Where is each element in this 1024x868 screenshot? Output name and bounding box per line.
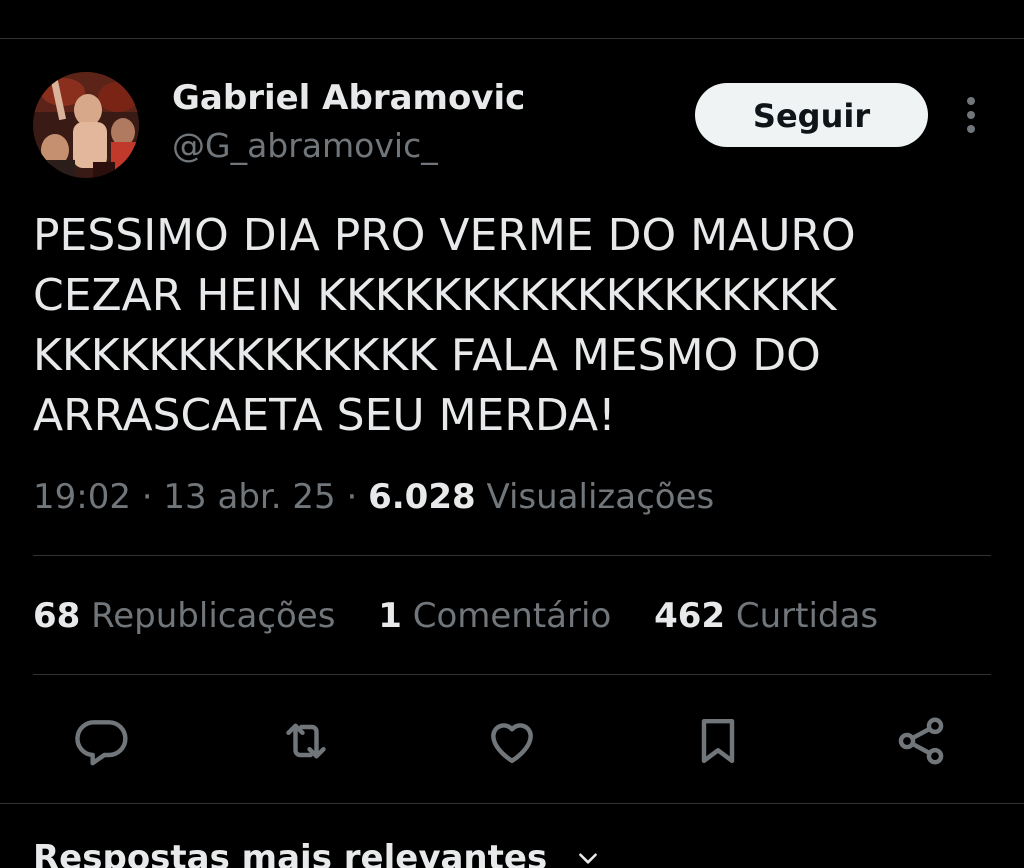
likes-count: 462 xyxy=(654,596,726,636)
likes-label: Curtidas xyxy=(735,596,879,636)
author-name[interactable]: Gabriel Abramovic xyxy=(172,78,525,118)
replies-sort-toggle[interactable]: Respostas mais relevantes xyxy=(33,838,601,868)
views-count: 6.028 xyxy=(368,477,476,517)
views-label: Visualizações xyxy=(486,477,715,517)
tweet-meta: 19:02 · 13 abr. 25 · 6.028 Visualizações xyxy=(33,477,714,517)
tweet-date[interactable]: 13 abr. 25 xyxy=(163,477,335,517)
avatar[interactable] xyxy=(33,72,139,178)
stats-divider-bottom xyxy=(33,674,991,675)
actions-divider xyxy=(0,803,1024,804)
reposts-stat[interactable]: 68 Republicações xyxy=(33,596,335,636)
share-icon[interactable] xyxy=(893,713,949,769)
more-vertical-icon[interactable] xyxy=(960,95,982,137)
follow-button[interactable]: Seguir xyxy=(695,83,928,147)
comments-count: 1 xyxy=(378,596,402,636)
tweet-text: PESSIMO DIA PRO VERME DO MAURO CEZAR HEI… xyxy=(33,210,856,441)
replies-heading-label: Respostas mais relevantes xyxy=(33,838,548,868)
meta-separator: · xyxy=(346,477,358,517)
retweet-icon[interactable] xyxy=(278,713,334,769)
reposts-label: Republicações xyxy=(91,596,336,636)
tweet-stats: 68 Republicações 1 Comentário 462 Curtid… xyxy=(33,596,910,636)
stats-divider-top xyxy=(33,555,991,556)
heart-icon[interactable] xyxy=(484,713,540,769)
meta-separator: · xyxy=(141,477,153,517)
avatar-photo xyxy=(33,72,139,178)
reply-icon[interactable] xyxy=(74,713,130,769)
top-divider xyxy=(0,38,1024,39)
reposts-count: 68 xyxy=(33,596,81,636)
chevron-down-icon xyxy=(575,840,601,868)
author-handle[interactable]: @G_abramovic_ xyxy=(172,126,438,165)
likes-stat[interactable]: 462 Curtidas xyxy=(654,596,878,636)
comments-stat[interactable]: 1 Comentário xyxy=(378,596,611,636)
bookmark-icon[interactable] xyxy=(690,713,746,769)
comments-label: Comentário xyxy=(412,596,612,636)
tweet-time[interactable]: 19:02 xyxy=(33,477,131,517)
